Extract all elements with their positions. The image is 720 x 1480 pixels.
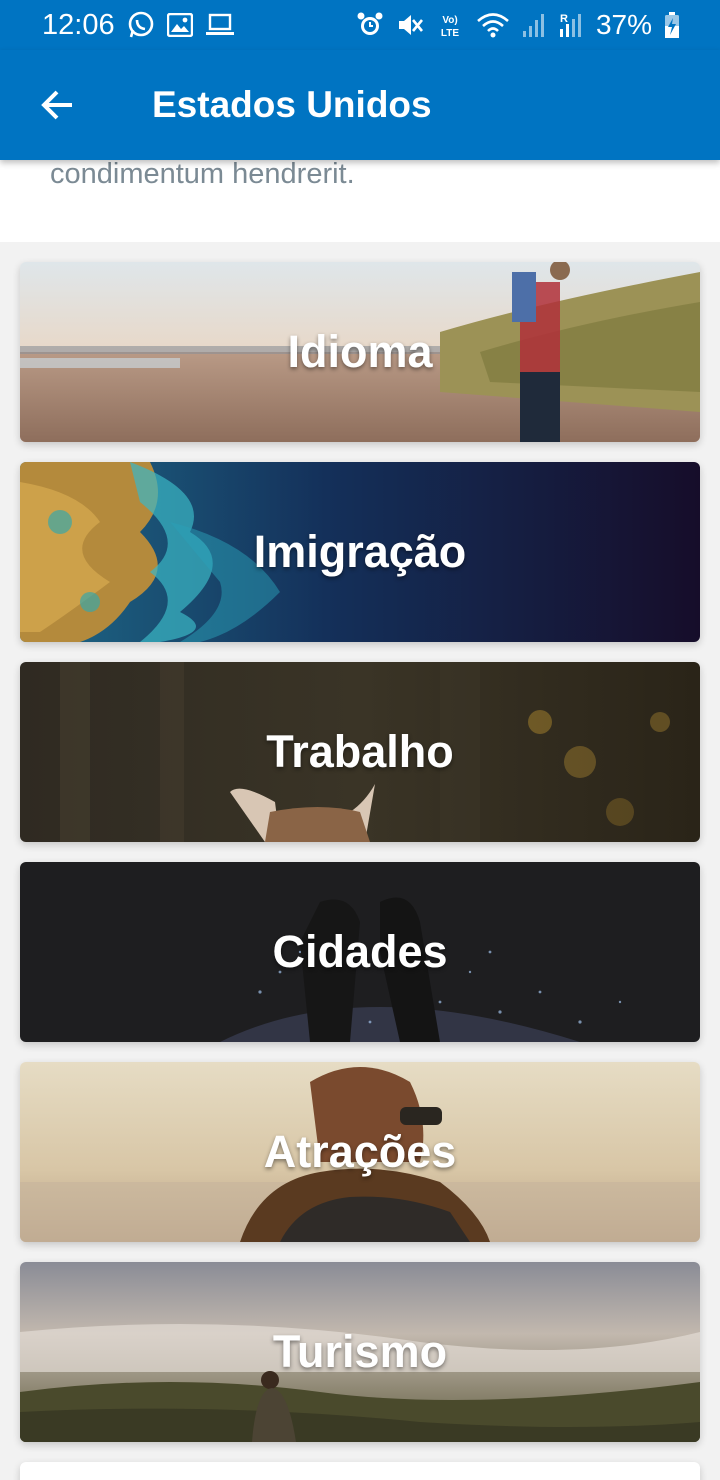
laptop-icon bbox=[205, 13, 235, 37]
page-title: Estados Unidos bbox=[152, 84, 432, 125]
whatsapp-icon bbox=[127, 11, 155, 39]
card-label: Cidades bbox=[272, 926, 448, 977]
wifi-icon bbox=[476, 11, 510, 39]
card-label: Atrações bbox=[263, 1126, 457, 1177]
category-card-cidades[interactable]: Cidades bbox=[20, 862, 700, 1042]
card-label: Trabalho bbox=[266, 726, 454, 777]
alarm-icon bbox=[356, 11, 384, 39]
intro-section: condimentum hendrerit. bbox=[0, 158, 720, 242]
back-button[interactable] bbox=[22, 69, 94, 141]
screen: 12:06 Vo) LTE R 37% Estados Unidos condi… bbox=[0, 0, 720, 1480]
battery-charging-icon bbox=[664, 11, 680, 39]
image-icon bbox=[166, 13, 193, 37]
card-label: Turismo bbox=[272, 1326, 448, 1377]
category-card-atracoes[interactable]: Atrações bbox=[20, 1062, 700, 1242]
status-right: Vo) LTE R 37% bbox=[356, 9, 680, 41]
status-bar: 12:06 Vo) LTE R 37% bbox=[0, 0, 720, 50]
battery-percentage: 37% bbox=[595, 9, 652, 40]
svg-text:Vo): Vo) bbox=[442, 15, 457, 26]
category-card-idioma[interactable]: Idioma bbox=[20, 262, 700, 442]
signal-roaming-icon: R bbox=[558, 11, 584, 39]
arrow-left-icon bbox=[41, 90, 72, 120]
category-card-partial[interactable] bbox=[20, 1462, 700, 1480]
card-label: Imigração bbox=[253, 526, 467, 577]
signal-icon bbox=[522, 11, 546, 39]
status-time: 12:06 bbox=[42, 8, 115, 41]
svg-text:R: R bbox=[560, 13, 568, 25]
card-label: Idioma bbox=[287, 326, 433, 377]
category-card-imigracao[interactable]: Imigração bbox=[20, 462, 700, 642]
app-bar: Estados Unidos bbox=[0, 50, 720, 160]
volte-icon: Vo) LTE bbox=[436, 11, 464, 39]
status-left: 12:06 bbox=[42, 9, 235, 42]
category-card-trabalho[interactable]: Trabalho bbox=[20, 662, 700, 842]
category-card-turismo[interactable]: Turismo bbox=[20, 1262, 700, 1442]
svg-text:LTE: LTE bbox=[441, 28, 459, 39]
intro-text: condimentum hendrerit. bbox=[50, 158, 355, 190]
mute-icon bbox=[396, 11, 424, 39]
